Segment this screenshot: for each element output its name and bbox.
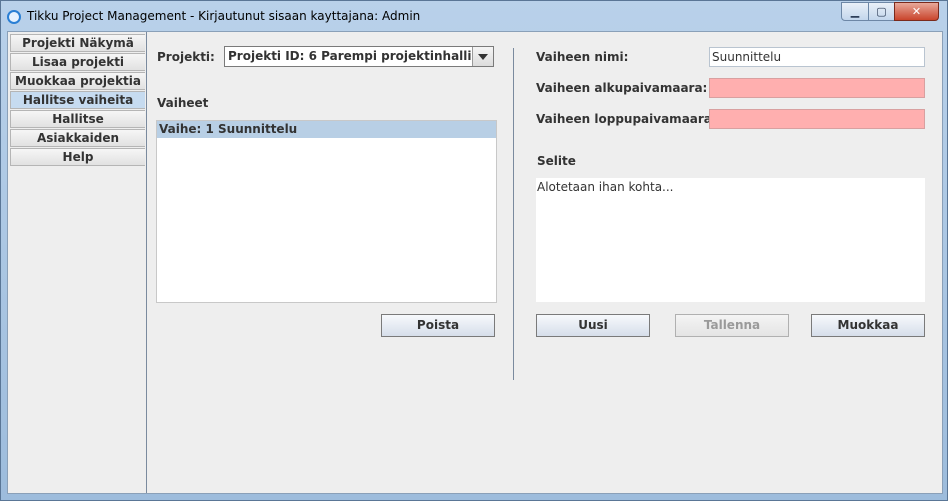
phases-label: Vaiheet [157,96,209,110]
new-button[interactable]: Uusi [536,314,650,337]
delete-button[interactable]: Poista [381,314,495,337]
save-button[interactable]: Tallenna [675,314,789,337]
project-select[interactable]: Projekti ID: 6 Parempi projektinhallinta… [224,46,494,67]
end-date-field[interactable] [709,109,925,129]
app-logo-icon [7,10,21,24]
phase-name-field[interactable]: Suunnittelu [709,47,925,67]
tab-hallitse-tyontekijoita[interactable]: Hallitse tyontekijoita [10,110,145,142]
end-date-label: Vaiheen loppupaivamaara: [536,112,717,126]
tab-lisaa-projekti[interactable]: Lisaa projekti [10,53,145,71]
tab-hallitse-vaiheita[interactable]: Hallitse vaiheita [10,91,145,109]
description-label: Selite [537,154,576,168]
maximize-button[interactable]: ▢ [868,2,895,21]
project-select-value: Projekti ID: 6 Parempi projektinhallinta… [228,49,493,63]
list-item[interactable]: Vaihe: 1 Suunnittelu [157,121,496,138]
tab-muokkaa-projektia[interactable]: Muokkaa projektia [10,72,145,90]
tab-asiakkaiden-hallinta[interactable]: Asiakkaiden hallinta [10,129,145,161]
start-date-label: Vaiheen alkupaivamaara: [536,81,708,95]
minimize-button[interactable]: ▁ [841,2,869,21]
description-textarea[interactable]: Alotetaan ihan kohta... [536,178,925,302]
app-window: Tikku Project Management - Kirjautunut s… [0,0,948,501]
phases-list[interactable]: Vaihe: 1 Suunnittelu [156,120,497,303]
tab-help[interactable]: Help [10,148,145,166]
panel-divider [513,48,514,380]
edit-button[interactable]: Muokkaa [811,314,925,337]
project-label: Projekti: [157,50,215,64]
close-button[interactable]: ✕ [894,2,939,21]
window-title: Tikku Project Management - Kirjautunut s… [27,9,421,23]
start-date-field[interactable] [709,78,925,98]
phase-name-label: Vaiheen nimi: [536,50,629,64]
tab-projekti-nakyma[interactable]: Projekti Näkymä [10,34,145,52]
sidebar-tabs: Projekti Näkymä Lisaa projekti Muokkaa p… [8,32,147,493]
chevron-down-icon[interactable] [472,47,493,66]
title-bar[interactable]: Tikku Project Management - Kirjautunut s… [1,1,947,31]
main-panel: Projekti Näkymä Lisaa projekti Muokkaa p… [7,31,943,494]
